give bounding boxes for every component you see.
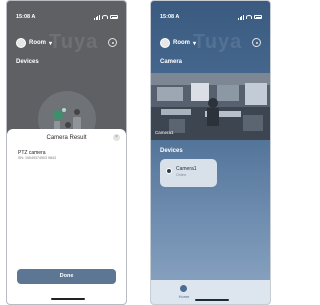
home-indicator[interactable] [195,299,229,301]
battery-icon [254,15,262,19]
close-icon[interactable]: × [113,134,120,141]
tab-home-label[interactable]: Home [175,294,193,299]
signal-icon [94,14,100,20]
chevron-down-icon: ▾ [193,40,197,47]
status-bar: 15:08 A [16,13,118,21]
home-label: Room [29,40,46,46]
camera-feed[interactable]: Camera1 [151,73,270,140]
status-bar: 15:08 A [160,13,262,21]
section-camera: Camera [160,59,183,65]
camera-result-sheet: Camera Result × PTZ camera SN: 190493749… [7,129,126,304]
battery-icon [110,15,118,19]
device-card-camera1[interactable]: Camera1 Online [160,159,217,187]
avatar [160,38,170,48]
section-devices: Devices [160,148,183,154]
wifi-icon [102,15,108,19]
tab-bar: Home [151,280,270,304]
settings-icon[interactable] [252,38,261,47]
phone-screen-home: 15:08 A Tuya Room ▾ Camera Camera1 Devic… [150,0,271,305]
camera-serial: SN: 19049374903 9843 [18,156,56,160]
camera-feed-label: Camera1 [155,130,174,135]
watermark: Tuya [49,31,99,53]
avatar [16,38,26,48]
home-label: Room [173,40,190,46]
device-status: Online [176,173,187,177]
device-name: Camera1 [176,166,197,172]
home-icon[interactable] [180,285,187,292]
status-time: 15:08 A [16,14,36,20]
section-devices: Devices [16,59,39,65]
home-selector[interactable]: Room ▾ [16,38,52,48]
phone-screen-camera-result: 15:08 A Tuya Room ▾ Devices Camera Resul… [6,0,127,305]
chevron-down-icon: ▾ [49,40,53,47]
status-time: 15:08 A [160,14,180,20]
home-selector[interactable]: Room ▾ [160,38,196,48]
wifi-icon [246,15,252,19]
signal-icon [238,14,244,20]
sheet-title: Camera Result [46,135,87,141]
home-indicator[interactable] [51,298,85,300]
watermark: Tuya [193,31,243,53]
camera-icon [166,168,172,174]
settings-icon[interactable] [108,38,117,47]
done-button[interactable]: Done [17,269,116,284]
